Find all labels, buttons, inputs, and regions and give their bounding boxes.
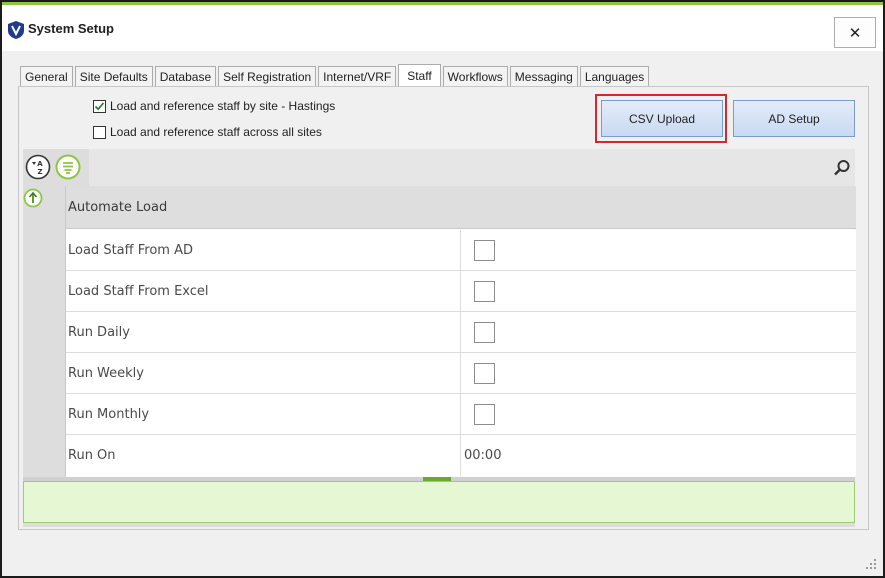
across-sites-checkbox[interactable] [93,125,106,139]
load-from-ad-checkbox[interactable] [474,240,495,261]
row-value [462,394,854,435]
svg-text:A: A [37,160,43,168]
tab-internet-vrf[interactable]: Internet/VRF [318,66,397,86]
checkmark-icon [94,101,105,110]
grid-row: Load Staff From Excel [66,271,856,312]
row-label: Load Staff From Excel [68,271,461,312]
svg-text:Z: Z [37,168,42,176]
grid-row: Run On 00:00 [66,435,856,476]
grid-row: Run Daily [66,312,856,353]
app-logo-icon [8,21,24,39]
option-by-site[interactable]: Load and reference staff by site - Hasti… [93,99,335,113]
ad-setup-button[interactable]: AD Setup [733,100,855,137]
staff-grid-panel: A Z Automate Load Load Staff From AD Loa… [23,149,856,527]
grid-row: Run Monthly [66,394,856,435]
row-value [462,353,854,394]
grid-row: Load Staff From AD [66,230,856,271]
row-label: Run On [68,435,461,476]
row-value [462,312,854,353]
row-label: Run Weekly [68,353,461,394]
row-value [462,271,854,312]
tab-site-defaults[interactable]: Site Defaults [74,66,153,86]
title-bar[interactable]: System Setup ✕ [2,5,883,51]
run-weekly-checkbox[interactable] [474,363,495,384]
tab-messaging[interactable]: Messaging [509,66,578,86]
tab-self-registration[interactable]: Self Registration [218,66,317,86]
detail-pane [23,481,855,523]
close-button[interactable]: ✕ [834,17,876,48]
option-across-sites[interactable]: Load and reference staff across all site… [93,125,322,139]
run-on-time-field[interactable]: 00:00 [462,435,854,476]
grid-toolbar: A Z [23,149,855,186]
row-label: Run Monthly [68,394,461,435]
run-daily-checkbox[interactable] [474,322,495,343]
load-from-excel-checkbox[interactable] [474,281,495,302]
grid-gutter [23,186,65,477]
by-site-checkbox[interactable] [93,99,106,113]
by-site-label: Load and reference staff by site - Hasti… [110,99,336,113]
close-icon: ✕ [848,24,862,42]
row-label: Load Staff From AD [68,230,461,271]
tab-strip: General Site Defaults Database Self Regi… [20,64,651,87]
system-setup-window: System Setup ✕ General Site Defaults Dat… [0,0,885,578]
tab-languages[interactable]: Languages [579,66,650,86]
tab-general[interactable]: General [20,66,73,86]
window-title: System Setup [28,21,114,36]
grid-row: Run Weekly [66,353,856,394]
resize-grip-icon[interactable] [865,558,877,570]
client-area: General Site Defaults Database Self Regi… [10,60,877,530]
property-grid: Automate Load Load Staff From AD Load St… [65,186,856,477]
group-header-automate-load[interactable]: Automate Load [66,186,856,229]
csv-upload-button[interactable]: CSV Upload [601,100,723,137]
grid-search-input[interactable] [89,149,855,186]
sort-az-icon[interactable]: A Z [25,154,51,180]
staff-tab-panel: Load and reference staff by site - Hasti… [18,86,869,530]
tab-database[interactable]: Database [154,66,217,86]
across-sites-label: Load and reference staff across all site… [110,125,322,139]
collapse-up-icon[interactable] [23,188,43,208]
filter-icon[interactable] [55,154,81,180]
search-icon[interactable] [833,159,851,177]
tab-staff[interactable]: Staff [398,64,441,87]
row-value [462,230,854,271]
row-label: Run Daily [68,312,461,353]
tab-workflows[interactable]: Workflows [442,66,508,86]
run-monthly-checkbox[interactable] [474,404,495,425]
